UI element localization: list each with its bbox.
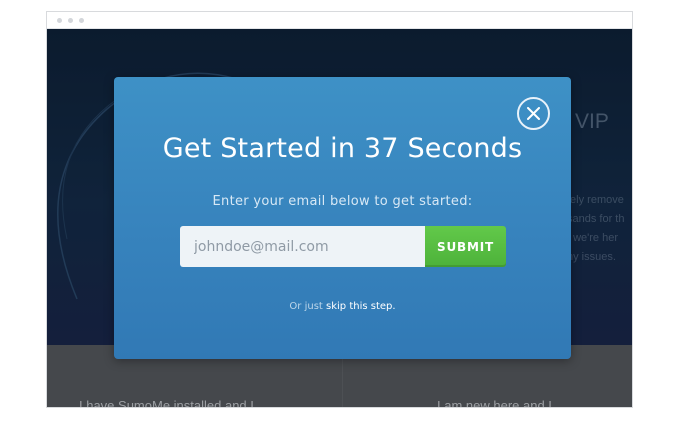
submit-button[interactable]: SUBMIT: [425, 226, 506, 267]
skip-link[interactable]: skip this step.: [326, 301, 396, 312]
close-icon: [527, 107, 540, 120]
window-dot-icon: [57, 18, 62, 23]
skip-prefix: Or just: [289, 301, 323, 312]
modal-title: Get Started in 37 Seconds: [162, 133, 523, 164]
window-dot-icon: [79, 18, 84, 23]
email-input[interactable]: [180, 226, 425, 267]
close-button[interactable]: [517, 97, 550, 130]
modal-subtitle: Enter your email below to get started:: [212, 194, 473, 209]
browser-titlebar: [47, 12, 632, 29]
skip-line: Or just skip this step.: [114, 301, 571, 312]
signup-modal: Get Started in 37 Seconds Enter your ema…: [114, 77, 571, 359]
window-dot-icon: [68, 18, 73, 23]
